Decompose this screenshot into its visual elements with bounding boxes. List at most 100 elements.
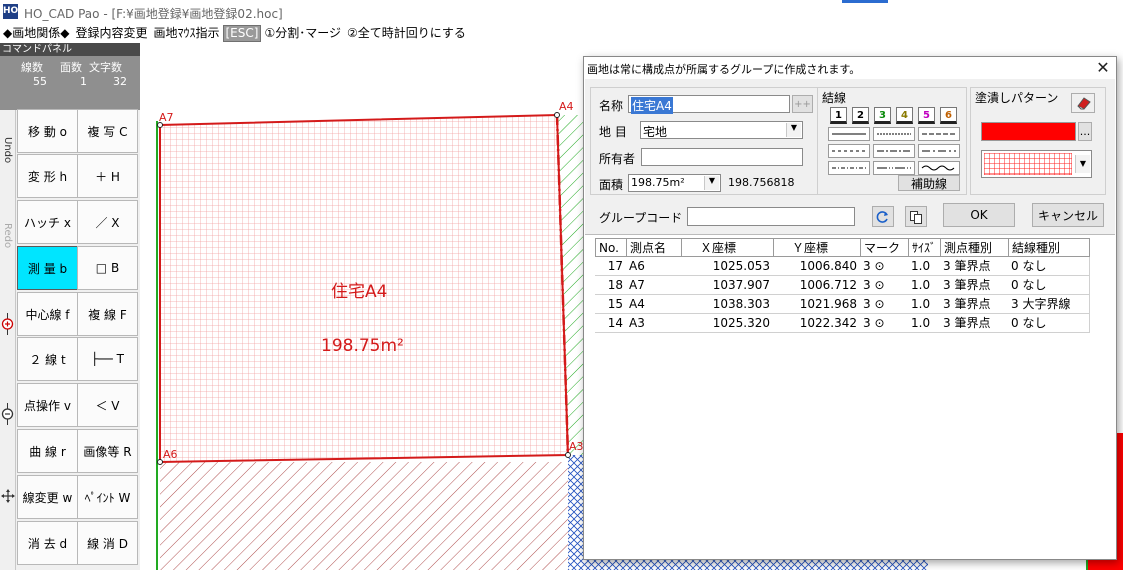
pan-icon[interactable] [1, 489, 15, 503]
menu-mouse-select[interactable]: 画地ﾏｳｽ指示 [150, 24, 222, 43]
grid-pattern-icon [984, 153, 1072, 175]
area-exact-value: 198.756818 [728, 176, 795, 189]
menu-gachi[interactable]: ◆画地関係◆ [0, 24, 72, 43]
cmd-hatch[interactable]: ハッチ x [17, 200, 78, 244]
cell-y: 1006.840 [773, 257, 861, 276]
point-label-a3: A3 [569, 440, 584, 453]
cell-mark: 3 ⊙ [860, 257, 909, 276]
cmd-line-change[interactable]: 線変更 w [17, 475, 78, 519]
cmd-multiline[interactable]: 複 線 F [77, 292, 138, 336]
fill-more-button[interactable]: ... [1078, 122, 1092, 141]
col-header-x[interactable]: Ｘ座標 [681, 238, 774, 257]
point-marker-a3[interactable] [565, 452, 571, 458]
stat-lines-value: 55 [33, 75, 47, 88]
menu-esc[interactable]: [ESC] [222, 25, 262, 42]
cell-line-type: 0 なし [1008, 276, 1090, 295]
cmd-angle[interactable]: ＜ V [77, 383, 138, 427]
line-number-5[interactable]: 5 [918, 107, 935, 124]
cell-size: 1.0 [908, 257, 941, 276]
col-header-y[interactable]: Ｙ座標 [773, 238, 861, 257]
col-header-point-type[interactable]: 測点種別 [940, 238, 1009, 257]
cell-y: 1006.712 [773, 276, 861, 295]
undo-button[interactable]: Undo [2, 137, 13, 163]
cmd-box[interactable]: □ B [77, 246, 138, 290]
cmd-cross[interactable]: ＋ H [77, 154, 138, 198]
point-marker-a6[interactable] [157, 459, 163, 465]
cancel-button[interactable]: キャンセル [1032, 203, 1104, 227]
owner-input[interactable] [641, 148, 803, 166]
name-increment-button[interactable]: ++ [792, 95, 813, 113]
cell-mark: 3 ⊙ [860, 276, 909, 295]
refresh-icon[interactable] [872, 206, 894, 227]
col-header-no[interactable]: No. [595, 238, 627, 257]
line-number-4[interactable]: 4 [896, 107, 913, 124]
cell-point-type: 3 筆界点 [940, 276, 1009, 295]
col-header-point-name[interactable]: 測点名 [626, 238, 682, 257]
eraser-icon[interactable] [1071, 93, 1095, 113]
menu-split-merge[interactable]: ①分割･マージ [261, 24, 344, 43]
fill-pattern-select[interactable]: ▼ [981, 150, 1092, 178]
side-bar: Undo Redo [0, 110, 16, 570]
menubar: ◆画地関係◆ 登録内容変更 画地ﾏｳｽ指示 [ESC] ①分割･マージ ②全て時… [0, 24, 1123, 43]
zoom-out-icon[interactable] [1, 403, 14, 425]
point-label-a6: A6 [163, 448, 178, 461]
line-number-3[interactable]: 3 [874, 107, 891, 124]
chimoku-label: 地 目 [599, 125, 627, 139]
close-icon[interactable]: ✕ [1092, 58, 1114, 78]
command-stats: 線数 面数 文字数 55 1 32 [0, 56, 140, 110]
fill-color-swatch[interactable] [981, 122, 1076, 141]
cmd-slash[interactable]: ／ X [77, 200, 138, 244]
col-header-mark[interactable]: マーク [860, 238, 909, 257]
line-style-grid[interactable] [828, 127, 963, 175]
cell-line-type: 0 なし [1008, 257, 1090, 276]
cell-x: 1037.907 [681, 276, 774, 295]
area-select[interactable]: 198.75m² ▼ [628, 174, 721, 192]
cmd-centerline[interactable]: 中心線 f [17, 292, 78, 336]
cmd-transform[interactable]: 変 形 h [17, 154, 78, 198]
cmd-paint[interactable]: ﾍﾟｲﾝﾄ W [77, 475, 138, 519]
ok-button[interactable]: OK [943, 203, 1015, 227]
cell-line-type: 3 大字界線 [1008, 295, 1090, 314]
copy-icon[interactable] [905, 206, 927, 227]
area-value: 198.75m² [631, 176, 685, 189]
lower-parcel[interactable] [160, 462, 568, 570]
stat-chars-value: 32 [113, 75, 127, 88]
group-code-input[interactable] [687, 207, 855, 226]
aux-line-button[interactable]: 補助線 [898, 175, 960, 191]
cmd-image[interactable]: 画像等 R [77, 429, 138, 473]
app-icon: HO [3, 4, 18, 19]
cmd-copy[interactable]: 複 写 C [77, 109, 138, 153]
line-number-2[interactable]: 2 [852, 107, 869, 124]
parcel-area-label: 198.75m² [321, 336, 404, 356]
cell-point-name: A4 [626, 295, 682, 314]
line-number-1[interactable]: 1 [830, 107, 847, 124]
col-header-line-type[interactable]: 結線種別 [1008, 238, 1090, 257]
name-label: 名称 [599, 99, 624, 113]
cell-line-type: 0 なし [1008, 314, 1090, 333]
cell-x: 1025.320 [681, 314, 774, 333]
fill-pattern-label: 塗潰しパターン [975, 91, 1059, 105]
parcel-dialog: 画地は常に構成点が所属するグループに作成されます。 ✕ 名称 住宅A4 ++ 地… [583, 56, 1117, 560]
point-marker-a4[interactable] [554, 112, 560, 118]
stat-faces-value: 1 [80, 75, 87, 88]
cell-mark: 3 ⊙ [860, 314, 909, 333]
name-input[interactable]: 住宅A4 [628, 95, 790, 114]
cmd-point-op[interactable]: 点操作 v [17, 383, 78, 427]
redo-button[interactable]: Redo [2, 223, 13, 248]
cell-point-name: A6 [626, 257, 682, 276]
cmd-move[interactable]: 移 動 o [17, 109, 78, 153]
cmd-double-line[interactable]: ２ 線 t [17, 337, 78, 381]
zoom-in-icon[interactable] [1, 313, 14, 335]
chevron-down-icon: ▼ [704, 176, 719, 190]
line-number-6[interactable]: 6 [940, 107, 957, 124]
col-header-size[interactable]: ｻｲｽﾞ [908, 238, 941, 257]
command-panel: コマンドパネル 線数 面数 文字数 55 1 32 Undo Redo 移 動 … [0, 43, 140, 570]
cmd-dimension[interactable]: ├── T [77, 337, 138, 381]
cmd-curve[interactable]: 曲 線 r [17, 429, 78, 473]
cmd-line-erase[interactable]: 線 消 D [77, 521, 138, 565]
menu-edit-registration[interactable]: 登録内容変更 [72, 24, 150, 43]
chimoku-select[interactable]: 宅地 ▼ [640, 121, 803, 139]
cmd-survey[interactable]: 測 量 b [17, 246, 78, 290]
menu-clockwise[interactable]: ②全て時計回りにする [344, 24, 469, 43]
cmd-erase[interactable]: 消 去 d [17, 521, 78, 565]
